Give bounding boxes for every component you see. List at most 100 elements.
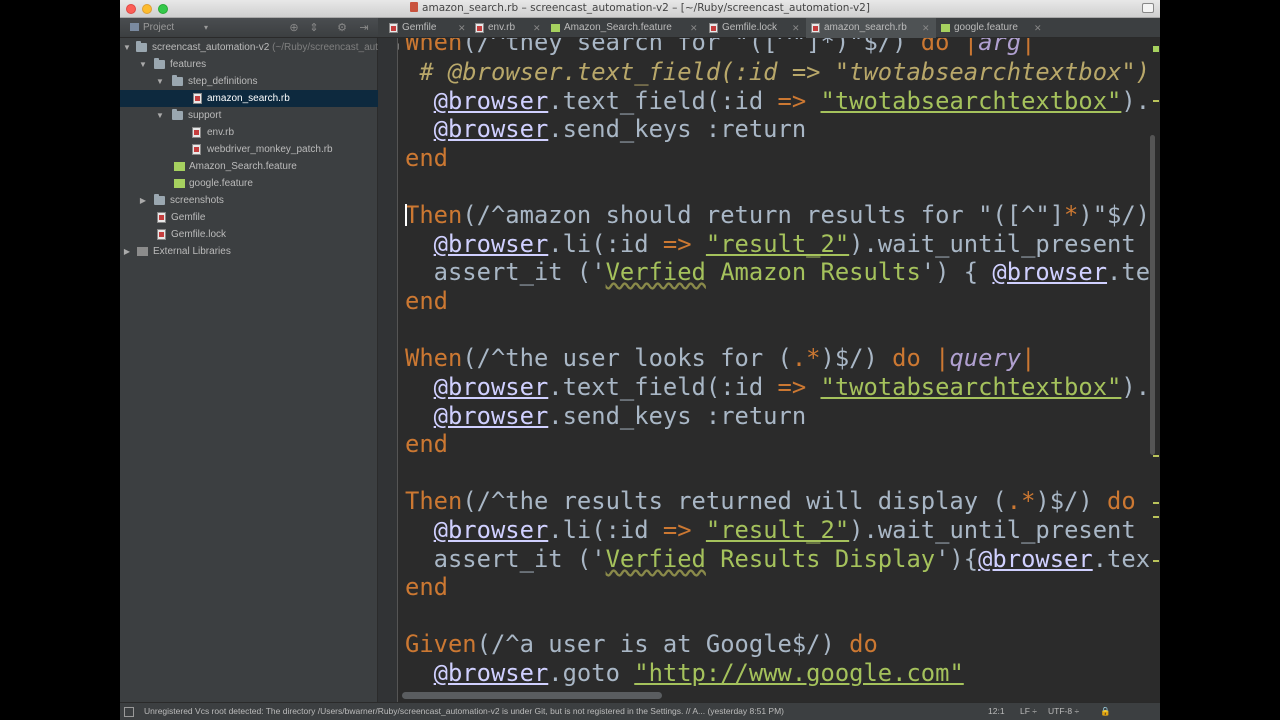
ruby-file-icon [193,93,202,104]
close-icon[interactable]: ✕ [458,18,466,38]
tree-item-label: amazon_search.rb [207,93,290,104]
tab-gemfile[interactable]: Gemfile ✕ [384,18,470,38]
tree-item-support[interactable]: ▼ support [120,107,378,124]
tree-item-webdriver-monkey-patch-rb[interactable]: webdriver_monkey_patch.rb [120,141,378,158]
error-stripe-mark[interactable] [1153,516,1159,518]
code-line: end [405,287,448,315]
close-icon[interactable]: ✕ [690,18,698,38]
close-icon[interactable]: ✕ [1034,18,1042,38]
editor-horizontal-scrollbar[interactable] [402,692,662,699]
code-line: @browser.li(:id => "result_2").wait_unti… [433,516,1136,544]
close-icon[interactable]: ✕ [792,18,800,38]
code-line: @browser.send_keys :return [433,115,807,143]
chevron-right-icon[interactable]: ▶ [122,243,132,260]
ruby-file-icon [475,23,484,33]
project-panel-header: Project ▾ ⊕ ⇕ ⚙ ⇥ [120,18,378,38]
title-bar: amazon_search.rb – screencast_automation… [120,0,1160,18]
tree-item-label: google.feature [189,178,253,189]
code-line: Then(/^the results returned will display… [405,487,1136,515]
code-editor[interactable]: When(/^they search for "([^"]*)"$/) do |… [399,38,1160,690]
tree-item-env-rb[interactable]: env.rb [120,124,378,141]
tree-item-gemfile-lock[interactable]: Gemfile.lock [120,226,378,243]
error-stripe-mark[interactable] [1153,455,1159,457]
folder-icon [154,58,165,69]
ide-window: amazon_search.rb – screencast_automation… [120,0,1160,720]
gear-icon[interactable]: ⚙ [336,22,348,34]
target-icon[interactable]: ⊕ [288,22,300,34]
tree-item-project-root[interactable]: ▼ screencast_automation-v2 (~/Ruby/scree… [120,39,431,56]
code-line: assert_it ('Verfied Amazon Results') { @… [405,258,1151,286]
window-title: amazon_search.rb – screencast_automation… [422,2,870,14]
chevron-down-icon[interactable]: ▼ [138,56,148,73]
text-caret [405,204,407,226]
tree-item-step-definitions[interactable]: ▼ step_definitions [120,73,378,90]
lock-icon[interactable]: 🔒 [1100,703,1111,720]
folder-icon [154,194,165,205]
chevron-down-icon[interactable]: ▼ [155,73,165,90]
tab-label: Gemfile [402,22,437,33]
tool-windows-icon[interactable] [124,707,134,717]
code-line: assert_it ('Verfied Results Display'){@b… [405,545,1151,573]
line-separator[interactable]: LF ÷ [1020,703,1037,720]
code-line: end [405,430,448,458]
tab-amazon-search-feature[interactable]: Amazon_Search.feature ✕ [546,18,704,38]
tree-item-label: Gemfile [171,212,206,223]
tree-item-google-feature[interactable]: google.feature [120,175,378,192]
chevron-down-icon[interactable]: ▼ [155,107,165,124]
close-icon[interactable]: ✕ [922,18,930,38]
close-icon[interactable]: ✕ [533,18,541,38]
tree-item-label: features [170,59,207,70]
ruby-file-icon [192,127,201,138]
error-stripe-mark[interactable] [1153,502,1159,504]
split-icon[interactable]: ⇕ [308,22,320,34]
feature-file-icon [941,24,950,32]
file-encoding[interactable]: UTF-8 ÷ [1048,703,1079,720]
gemfile-icon [157,212,166,223]
code-line: @browser.goto "http://www.google.com" [433,659,964,687]
code-line: @browser.li(:id => "result_2").wait_unti… [433,230,1136,258]
feature-file-icon [174,162,185,171]
tree-item-features[interactable]: ▼ features [120,56,378,73]
chevron-down-icon[interactable]: ▾ [204,23,208,32]
code-line: Then(/^amazon should return results for … [405,201,1151,229]
code-line: @browser.text_field(:id => "twotabsearch… [433,87,1151,115]
feature-file-icon [551,24,560,32]
tree-item-label: step_definitions [188,76,258,87]
folder-icon [136,41,147,52]
code-line: @browser.text_field(:id => "twotabsearch… [433,373,1151,401]
tab-label: Gemfile.lock [722,22,778,33]
hide-icon[interactable]: ⇥ [358,22,370,34]
editor-gutter[interactable] [378,38,398,702]
tree-item-label: External Libraries [153,246,231,257]
gemfile-icon [709,23,718,33]
tree-item-label: screenshots [170,195,224,206]
error-stripe-mark[interactable] [1153,560,1159,562]
library-icon [137,247,148,256]
tab-env-rb[interactable]: env.rb ✕ [470,18,546,38]
error-stripe-mark[interactable] [1153,100,1159,102]
tree-item-screenshots[interactable]: ▶ screenshots [120,192,378,209]
toolbar-toggle-button[interactable] [1142,3,1154,13]
ruby-file-icon [811,23,820,33]
tree-item-amazon-search-rb[interactable]: amazon_search.rb [120,90,378,107]
tree-item-gemfile[interactable]: Gemfile [120,209,378,226]
code-line: # @browser.text_field(:id => "twotabsear… [419,58,1151,86]
tree-item-label: webdriver_monkey_patch.rb [207,144,333,155]
status-message[interactable]: Unregistered Vcs root detected: The dire… [144,703,784,720]
window-title-container: amazon_search.rb – screencast_automation… [120,2,1160,14]
caret-position[interactable]: 12:1 [988,703,1005,720]
tab-label: Amazon_Search.feature [564,22,672,33]
editor-vertical-scrollbar[interactable] [1150,135,1155,455]
tree-item-external-libraries[interactable]: ▶ External Libraries [120,243,378,260]
tab-amazon-search-rb[interactable]: amazon_search.rb ✕ [806,18,936,38]
chevron-right-icon[interactable]: ▶ [138,192,148,209]
code-line: When(/^the user looks for (.*)$/) do |qu… [405,344,1036,372]
tab-google-feature[interactable]: google.feature ✕ [936,18,1048,38]
gemfile-icon [389,23,398,33]
tab-label: google.feature [954,22,1018,33]
project-view-selector[interactable]: Project [130,22,174,33]
tree-item-amazon-search-feature[interactable]: Amazon_Search.feature [120,158,378,175]
inspection-status-icon[interactable] [1153,46,1159,52]
tab-gemfile-lock[interactable]: Gemfile.lock ✕ [704,18,806,38]
chevron-down-icon[interactable]: ▼ [122,39,132,56]
